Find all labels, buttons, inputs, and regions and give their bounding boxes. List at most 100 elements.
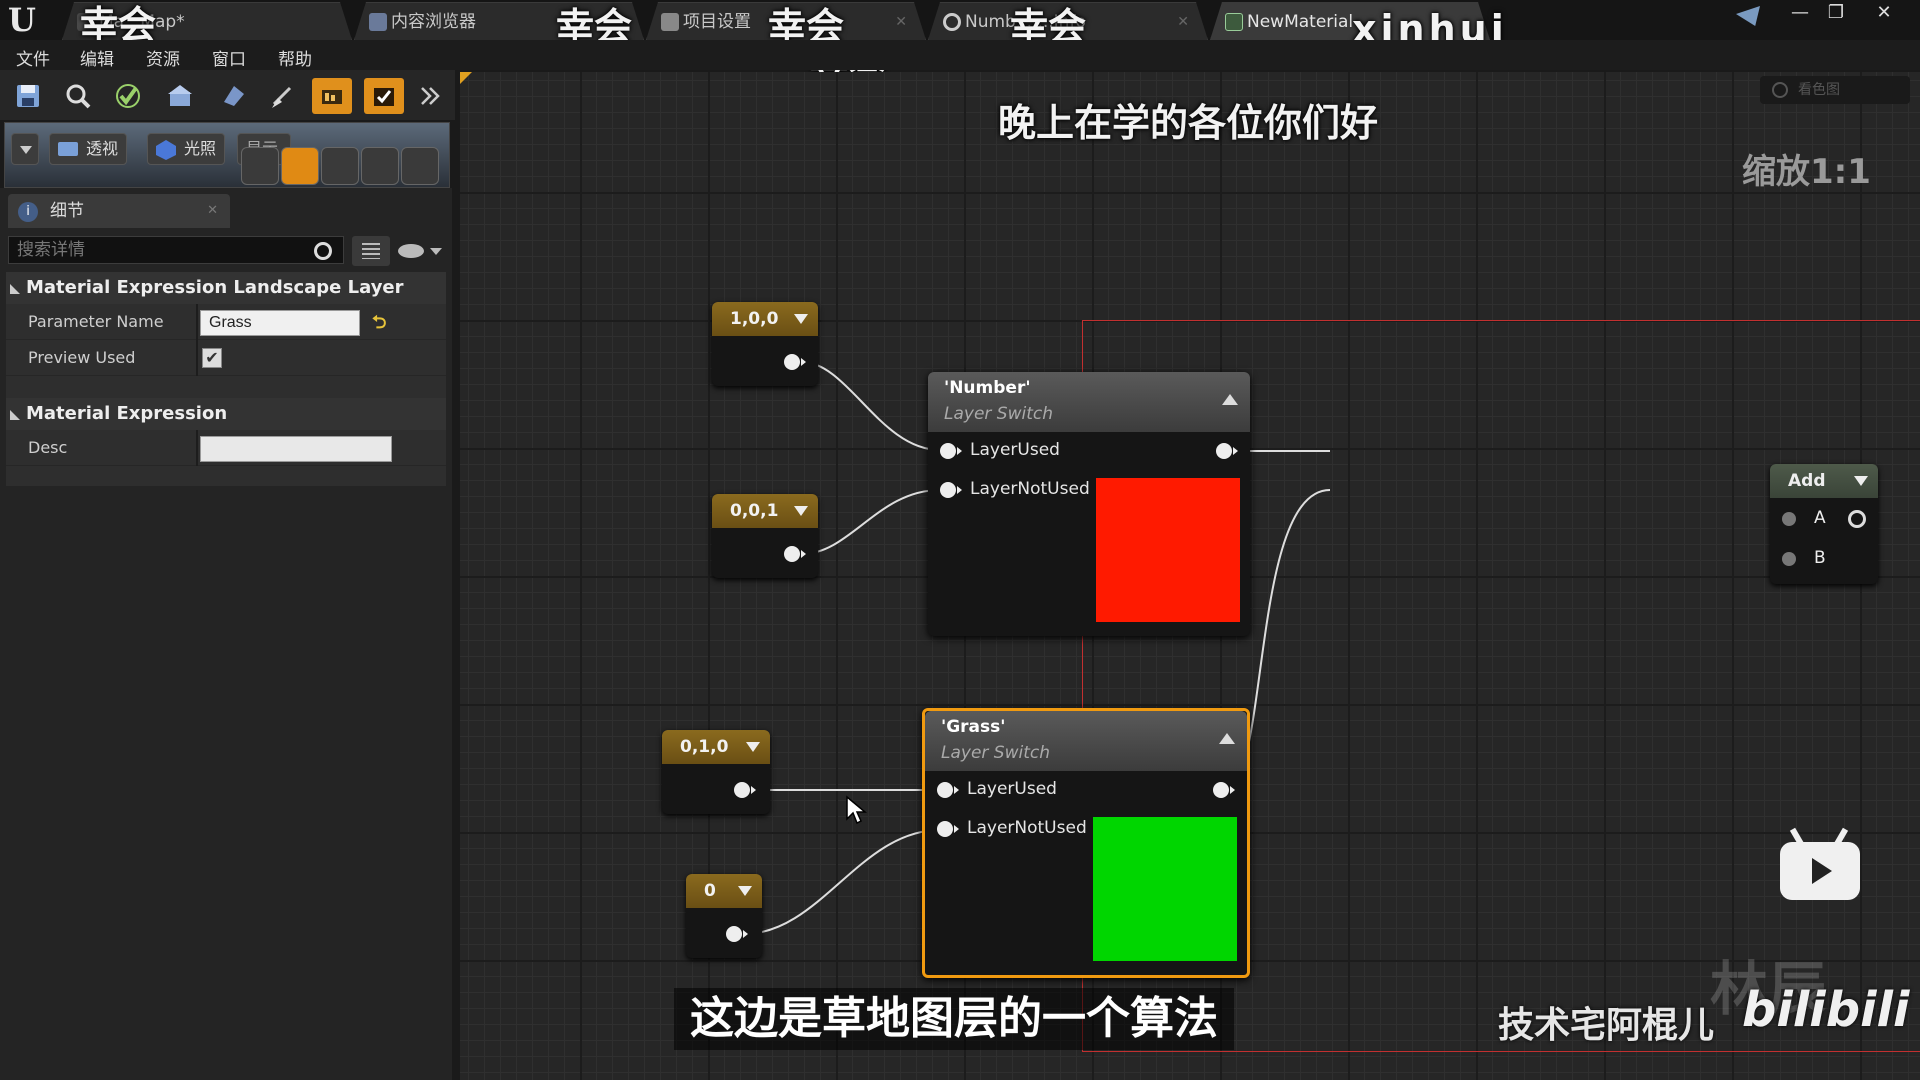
visibility-dropdown[interactable]	[398, 240, 446, 262]
collapse-triangle-icon[interactable]	[10, 284, 20, 294]
cylinder-preview-icon[interactable]	[241, 147, 279, 185]
node-title: 'Grass'	[941, 717, 1006, 737]
tab-label: NewMaterial	[1247, 12, 1354, 32]
mouse-cursor-icon	[846, 795, 867, 825]
unreal-logo-icon: U	[8, 1, 36, 39]
perspective-button[interactable]: 透视	[49, 133, 128, 165]
content-browser-icon	[369, 13, 387, 31]
tab-details[interactable]: i 细节 ✕	[8, 194, 230, 228]
layer-switch-node-number[interactable]: 'Number' Layer Switch LayerUsed LayerNot…	[928, 372, 1250, 636]
chevron-down-icon[interactable]	[746, 742, 760, 752]
cube-preview-icon[interactable]	[361, 147, 399, 185]
teapot-preview-icon[interactable]	[401, 147, 439, 185]
graduation-cap-icon[interactable]	[1736, 6, 1760, 26]
save-button[interactable]	[8, 78, 48, 114]
close-icon[interactable]: ✕	[895, 3, 907, 40]
pin-label: A	[1814, 508, 1826, 528]
apply-button[interactable]	[108, 78, 148, 114]
sphere-preview-icon[interactable]	[281, 147, 319, 185]
pin-label: B	[1814, 548, 1826, 568]
constant-node[interactable]: 1,0,0	[712, 302, 818, 386]
desc-input[interactable]	[200, 436, 392, 462]
broom-icon	[272, 86, 292, 108]
clean-button[interactable]	[262, 78, 302, 114]
lit-button[interactable]: 光照	[147, 133, 226, 165]
search-icon	[66, 84, 91, 109]
preview-used-row: Preview Used ✔	[6, 340, 446, 376]
property-matrix-button[interactable]	[352, 236, 390, 266]
output-pin[interactable]	[1848, 510, 1866, 528]
output-pin[interactable]	[1213, 782, 1235, 798]
collapse-arrow-icon[interactable]	[1219, 733, 1235, 744]
input-pin-a[interactable]	[1782, 512, 1796, 526]
menu-file[interactable]: 文件	[16, 45, 50, 70]
section-material-expression[interactable]: Material Expression	[6, 398, 446, 430]
menu-asset[interactable]: 资源	[146, 45, 180, 70]
viewport-preview[interactable]: 透视 光照 显示	[4, 122, 450, 188]
input-pin-layer-used[interactable]	[937, 782, 959, 798]
browse-button[interactable]	[58, 78, 98, 114]
apply-check-icon	[116, 84, 140, 108]
input-pin-layer-not-used[interactable]	[937, 821, 959, 837]
menu-edit[interactable]: 编辑	[80, 45, 114, 70]
section-landscape-layer-switch[interactable]: Material Expression Landscape Layer Swit…	[6, 272, 446, 330]
output-pin[interactable]	[784, 354, 806, 370]
chevron-down-icon[interactable]	[794, 314, 808, 324]
lit-cube-icon	[156, 140, 176, 160]
editor-window: U Ma...Map* 内容浏览器 项目设置 ✕ Numb... ...Info ✕…	[0, 0, 1920, 1080]
desc-row: Desc	[6, 430, 446, 466]
collapse-triangle-icon[interactable]	[10, 410, 20, 420]
chevron-down-icon[interactable]	[794, 506, 808, 516]
viewport-options-button[interactable]	[11, 133, 39, 165]
home-button[interactable]	[160, 78, 200, 114]
input-pin-layer-used[interactable]	[940, 443, 962, 459]
column-divider[interactable]	[196, 430, 198, 466]
reset-to-default-icon[interactable]: ⮌	[372, 310, 386, 340]
material-icon	[1225, 13, 1243, 31]
chevron-down-icon	[430, 248, 442, 255]
input-pin-layer-not-used[interactable]	[940, 482, 962, 498]
more-button[interactable]	[412, 78, 448, 114]
output-pin[interactable]	[726, 926, 748, 942]
output-pin[interactable]	[1216, 443, 1238, 459]
close-icon[interactable]: ✕	[207, 194, 218, 228]
menu-help[interactable]: 帮助	[278, 45, 312, 70]
constant-node-header: 0,1,0	[662, 730, 770, 764]
plane-preview-icon[interactable]	[321, 147, 359, 185]
live-update-button[interactable]	[364, 78, 404, 114]
live-update-icon	[374, 88, 394, 106]
add-node[interactable]: Add A B	[1770, 464, 1878, 584]
output-pin[interactable]	[784, 546, 806, 562]
preview-used-checkbox[interactable]: ✔	[202, 348, 222, 368]
menu-window[interactable]: 窗口	[212, 45, 246, 70]
find-node-button[interactable]	[214, 78, 254, 114]
minimize-button[interactable]: —	[1784, 2, 1816, 24]
constant-node[interactable]: 0,1,0	[662, 730, 770, 814]
parameter-name-input[interactable]	[200, 310, 360, 336]
settings-gear-icon	[661, 13, 679, 31]
layer-switch-node-grass[interactable]: 'Grass' Layer Switch LayerUsed LayerNotU…	[922, 708, 1250, 978]
constant-node[interactable]: 0,0,1	[712, 494, 818, 578]
output-pin[interactable]	[734, 782, 756, 798]
constant-node[interactable]: 0	[686, 874, 762, 958]
close-icon[interactable]: ✕	[1177, 3, 1189, 40]
details-panel: i 细节 ✕ 搜索详情 Material Expression Landscap…	[0, 188, 452, 1080]
chevron-down-icon[interactable]	[1854, 476, 1868, 486]
eye-icon	[398, 244, 424, 258]
column-divider[interactable]	[196, 340, 198, 376]
stats-button[interactable]	[312, 78, 352, 114]
input-pin-b[interactable]	[1782, 552, 1796, 566]
circle-icon	[943, 13, 961, 31]
collapse-arrow-icon[interactable]	[1222, 394, 1238, 405]
menu-bar: 文件 编辑 资源 窗口 帮助	[0, 40, 1920, 70]
close-window-button[interactable]: ✕	[1868, 2, 1900, 24]
maximize-button[interactable]: ❐	[1820, 2, 1852, 24]
material-graph[interactable]: 缩放1:1 看色图 晚上在学的各位你们好 1,0,0 0,0,1 0,1,0 0	[460, 72, 1920, 1080]
grid-icon	[362, 243, 380, 259]
video-subtitle: 这边是草地图层的一个算法	[674, 988, 1234, 1050]
section-spacer	[6, 466, 446, 486]
chevron-down-icon[interactable]	[738, 886, 752, 896]
column-divider[interactable]	[196, 304, 198, 340]
node-header: Add	[1770, 464, 1878, 498]
details-search-input[interactable]: 搜索详情	[8, 236, 344, 264]
